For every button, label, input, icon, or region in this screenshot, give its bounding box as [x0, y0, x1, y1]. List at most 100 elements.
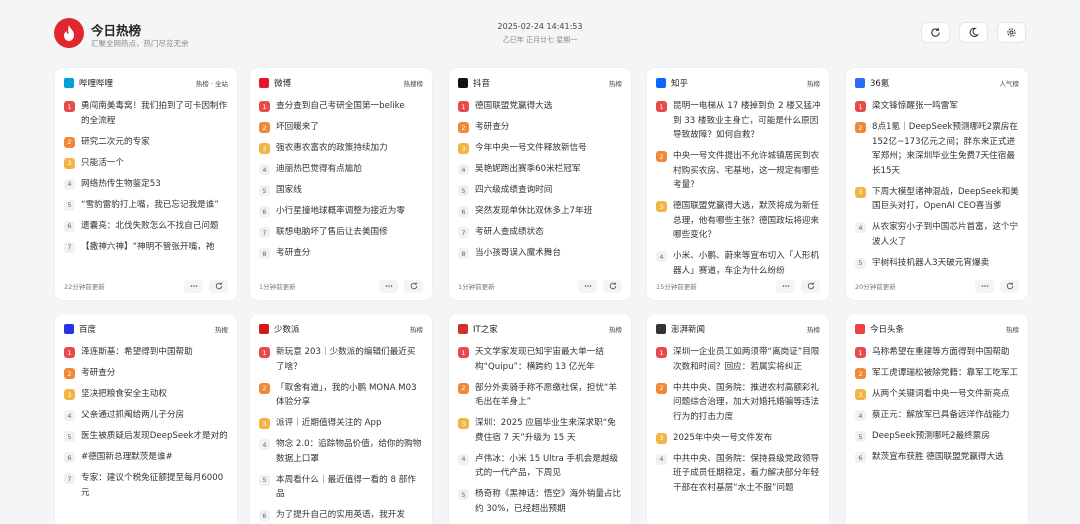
settings-button[interactable]	[997, 22, 1026, 43]
item-title[interactable]: 坚决把粮食安全主动权	[81, 387, 167, 402]
item-title[interactable]: 突然发现单休比双休多上7年班	[475, 204, 592, 219]
list-item[interactable]: 1 查分查到自己考研全国第一belike	[259, 99, 424, 114]
item-title[interactable]: 杨奇称《黑神话：悟空》海外销量占比约 30%，已经超出预期	[475, 487, 623, 516]
item-title[interactable]: 泽连斯基：希望得到中国帮助	[81, 345, 193, 360]
list-item[interactable]: 4 蔡正元：解放军已具备远洋作战能力	[855, 408, 1020, 423]
card-refresh-button[interactable]	[1000, 279, 1019, 293]
item-title[interactable]: #德国新总理默茨是谁#	[81, 450, 173, 465]
item-title[interactable]: 小行星撞地球概率调整为接近为零	[276, 204, 405, 219]
list-item[interactable]: 5 宇树科技机器人3天破元宵爆卖	[855, 256, 1020, 271]
item-title[interactable]: 吴艳妮跑出赛季60米栏冠军	[475, 162, 580, 177]
item-title[interactable]: 勇闯南美毒窝！我们拍到了可卡因制作的全流程	[81, 99, 229, 128]
card-source-name[interactable]: 微博	[274, 77, 404, 89]
more-button[interactable]	[975, 279, 994, 293]
list-item[interactable]: 3 只能活一个	[64, 156, 229, 171]
item-title[interactable]: 只能活一个	[81, 156, 124, 171]
list-item[interactable]: 5 杨奇称《黑神话：悟空》海外销量占比约 30%，已经超出预期	[458, 487, 623, 516]
more-button[interactable]	[379, 279, 398, 293]
list-item[interactable]: 8 考研查分	[259, 246, 424, 261]
list-item[interactable]: 4 父亲通过抓阄给两儿子分房	[64, 408, 229, 423]
item-title[interactable]: 「取舍有道」，我的小鹏 MONA M03 体验分享	[276, 381, 424, 410]
item-title[interactable]: 深圳：2025 应届毕业生来深求职“免费住宿 7 天”升级为 15 天	[475, 416, 623, 445]
item-title[interactable]: 国家线	[276, 183, 302, 198]
item-title[interactable]: 联想电脑坏了售后让去美国修	[276, 225, 388, 240]
item-title[interactable]: 卢伟冰：小米 15 Ultra 手机会是越级式的一代产品，下周见	[475, 452, 623, 481]
item-title[interactable]: 昆明一电梯从 17 楼掉到负 2 楼又猛冲到 33 楼致业主身亡，可能是什么原因…	[673, 99, 821, 143]
list-item[interactable]: 5 本周看什么｜最近值得一看的 8 部作品	[259, 473, 424, 502]
item-title[interactable]: 研究二次元的专家	[81, 135, 150, 150]
list-item[interactable]: 5 国家线	[259, 183, 424, 198]
card-refresh-button[interactable]	[603, 279, 622, 293]
item-title[interactable]: 网络热传生物鉴定53	[81, 177, 161, 192]
item-title[interactable]: 强农惠农富农的政策持续加力	[276, 141, 388, 156]
list-item[interactable]: 7 考研人查成绩状态	[458, 225, 623, 240]
list-item[interactable]: 4 卢伟冰：小米 15 Ultra 手机会是越级式的一代产品，下周见	[458, 452, 623, 481]
list-item[interactable]: 1 德国联盟党赢得大选	[458, 99, 623, 114]
item-title[interactable]: 小米、小鹏、蔚来等宣布切入「人形机器人」赛道，车企为什么纷纷	[673, 249, 821, 278]
item-title[interactable]: 乌称希望在重建等方面得到中国帮助	[872, 345, 1010, 360]
item-title[interactable]: 考研查分	[276, 246, 310, 261]
card-source-name[interactable]: 少数派	[274, 323, 410, 335]
item-title[interactable]: 查分查到自己考研全国第一belike	[276, 99, 405, 114]
list-item[interactable]: 3 2025年中央一号文件发布	[656, 431, 821, 446]
list-item[interactable]: 3 派评｜近期值得关注的 App	[259, 416, 424, 431]
list-item[interactable]: 3 今年中央一号文件释放新信号	[458, 141, 623, 156]
list-item[interactable]: 2 坏回暖来了	[259, 120, 424, 135]
list-item[interactable]: 6 突然发现单休比双休多上7年班	[458, 204, 623, 219]
card-refresh-button[interactable]	[404, 279, 423, 293]
list-item[interactable]: 1 乌称希望在重建等方面得到中国帮助	[855, 345, 1020, 360]
item-title[interactable]: 深圳一企业员工如两须带“离岗证”目限次数和时间？回应：若属实将纠正	[673, 345, 821, 374]
item-title[interactable]: 【撒神六神】“神明不管张开嘴，祂	[81, 240, 214, 255]
list-item[interactable]: 2 军工虎谭瑞松被除党籍：靠军工吃军工	[855, 366, 1020, 381]
list-item[interactable]: 4 中共中央、国务院：保持县级党政领导班子成员任期稳定，着力解决部分年轻干部在农村…	[656, 452, 821, 496]
list-item[interactable]: 1 昆明一电梯从 17 楼掉到负 2 楼又猛冲到 33 楼致业主身亡，可能是什么原…	[656, 99, 821, 143]
item-title[interactable]: 中央一号文件提出不允许城镇居民到农村购买农房、宅基地，这一规定有哪些考量？	[673, 149, 821, 193]
item-title[interactable]: 蔡正元：解放军已具备远洋作战能力	[872, 408, 1010, 423]
list-item[interactable]: 2 研究二次元的专家	[64, 135, 229, 150]
list-item[interactable]: 1 勇闯南美毒窝！我们拍到了可卡因制作的全流程	[64, 99, 229, 128]
item-title[interactable]: 父亲通过抓阄给两儿子分房	[81, 408, 184, 423]
list-item[interactable]: 4 网络热传生物鉴定53	[64, 177, 229, 192]
more-button[interactable]	[776, 279, 795, 293]
card-refresh-button[interactable]	[209, 279, 228, 293]
list-item[interactable]: 2 「取舍有道」，我的小鹏 MONA M03 体验分享	[259, 381, 424, 410]
item-title[interactable]: 物念 2.0：追踪物品价值，给你的购物数据上口罩	[276, 437, 424, 466]
list-item[interactable]: 7 联想电脑坏了售后让去美国修	[259, 225, 424, 240]
list-item[interactable]: 1 天文学家发现已知宇宙最大单一结构“Quipu”：横跨约 13 亿光年	[458, 345, 623, 374]
item-title[interactable]: 从农家穷小子到中国芯片首富，这个宁波人火了	[872, 220, 1020, 249]
list-item[interactable]: 6 #德国新总理默茨是谁#	[64, 450, 229, 465]
item-title[interactable]: 从两个关键词看中央一号文件新亮点	[872, 387, 1010, 402]
item-title[interactable]: 军工虎谭瑞松被除党籍：靠军工吃军工	[872, 366, 1018, 381]
list-item[interactable]: 4 小米、小鹏、蔚来等宣布切入「人形机器人」赛道，车企为什么纷纷	[656, 249, 821, 278]
item-title[interactable]: 中共中央、国务院：保持县级党政领导班子成员任期稳定，着力解决部分年轻干部在农村基…	[673, 452, 821, 496]
item-title[interactable]: 考研人查成绩状态	[475, 225, 544, 240]
list-item[interactable]: 2 考研查分	[458, 120, 623, 135]
item-title[interactable]: “雪豹雷豹打上嘴，我已忘记我是谁”	[81, 198, 219, 213]
item-title[interactable]: 部分外卖骑手称不愿缴社保，担忧“羊毛出在羊身上”	[475, 381, 623, 410]
dark-mode-button[interactable]	[959, 22, 988, 43]
list-item[interactable]: 3 深圳：2025 应届毕业生来深求职“免费住宿 7 天”升级为 15 天	[458, 416, 623, 445]
list-item[interactable]: 6 遗囊亮：北伐失败怎么不找自己问题	[64, 219, 229, 234]
card-source-name[interactable]: 知乎	[671, 77, 807, 89]
more-button[interactable]	[184, 279, 203, 293]
more-button[interactable]	[578, 279, 597, 293]
item-title[interactable]: 考研查分	[475, 120, 509, 135]
item-title[interactable]: 今年中央一号文件释放新信号	[475, 141, 587, 156]
list-item[interactable]: 3 从两个关键词看中央一号文件新亮点	[855, 387, 1020, 402]
list-item[interactable]: 1 新玩意 203｜少数派的编辑们最近买了啥？	[259, 345, 424, 374]
card-source-name[interactable]: 百度	[79, 323, 215, 335]
card-source-name[interactable]: 澎湃新闻	[671, 323, 807, 335]
list-item[interactable]: 4 从农家穷小子到中国芯片首富，这个宁波人火了	[855, 220, 1020, 249]
item-title[interactable]: DeepSeek预测哪吒2最终票房	[872, 429, 990, 444]
item-title[interactable]: 派评｜近期值得关注的 App	[276, 416, 381, 431]
list-item[interactable]: 6 默茨宣布获胜 德国联盟党赢得大选	[855, 450, 1020, 465]
list-item[interactable]: 4 吴艳妮跑出赛季60米栏冠军	[458, 162, 623, 177]
item-title[interactable]: 8点1氪｜DeepSeek预测哪吒2票房在152亿~173亿元之间；胖东来正式进…	[872, 120, 1020, 178]
item-title[interactable]: 专家：建议个税免征额提至每月6000元	[81, 471, 229, 500]
list-item[interactable]: 3 下周大模型诸神混战，DeepSeek和美国巨头对打，OpenAI CEO喜当爹	[855, 185, 1020, 214]
list-item[interactable]: 2 8点1氪｜DeepSeek预测哪吒2票房在152亿~173亿元之间；胖东来正式…	[855, 120, 1020, 178]
item-title[interactable]: 迪丽热巴觉得有点尴尬	[276, 162, 362, 177]
item-title[interactable]: 考研查分	[81, 366, 115, 381]
item-title[interactable]: 德国联盟党赢得大选	[475, 99, 552, 114]
item-title[interactable]: 新玩意 203｜少数派的编辑们最近买了啥？	[276, 345, 424, 374]
